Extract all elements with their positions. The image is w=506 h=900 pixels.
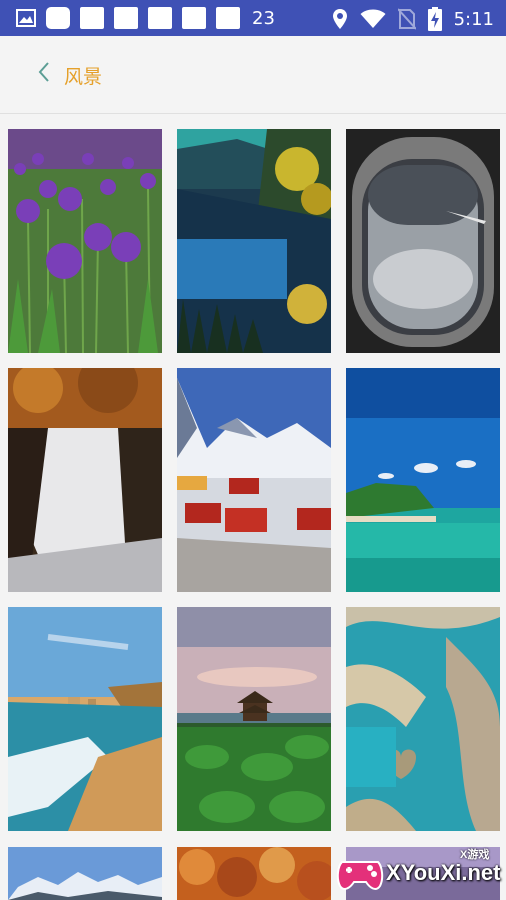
app-notification-icon xyxy=(114,7,138,29)
notification-icons: 23 xyxy=(16,7,275,29)
gamepad-logo-icon xyxy=(336,848,384,896)
app-notification-icon xyxy=(216,7,240,29)
wallpaper-thumbnail[interactable] xyxy=(8,129,162,353)
waterfall-image xyxy=(8,368,162,592)
coral-reef-image xyxy=(346,607,500,831)
wifi-icon xyxy=(360,9,386,29)
status-bar: 23 5:11 xyxy=(0,0,506,36)
autumn-forest-image xyxy=(177,847,331,900)
chevron-left-icon xyxy=(37,61,51,87)
wallpaper-thumbnail[interactable] xyxy=(177,847,331,900)
airplane-window-image xyxy=(346,129,500,353)
tropical-island-image xyxy=(346,368,500,592)
lotus-pavilion-image xyxy=(177,607,331,831)
app-notification-icon xyxy=(80,7,104,29)
system-icons: 5:11 xyxy=(332,7,494,31)
back-button[interactable] xyxy=(30,60,58,88)
image-icon xyxy=(16,8,36,28)
location-icon xyxy=(332,8,348,30)
wallpaper-thumbnail[interactable] xyxy=(8,607,162,831)
page-title: 风景 xyxy=(64,66,103,88)
wallpaper-thumbnail[interactable] xyxy=(177,129,331,353)
app-notification-icon xyxy=(148,7,172,29)
allium-field-image xyxy=(8,129,162,353)
coastal-cliffs-image xyxy=(8,607,162,831)
battery-charging-icon xyxy=(427,7,442,31)
wallpaper-thumbnail[interactable] xyxy=(177,607,331,831)
site-watermark: X游戏 XYouXi.net xyxy=(336,848,501,896)
snowy-village-image xyxy=(177,368,331,592)
lake-reflection-image xyxy=(177,129,331,353)
wallpaper-thumbnail[interactable] xyxy=(346,607,500,831)
app-notification-icon xyxy=(46,7,70,29)
snowy-mountains-image xyxy=(8,847,162,900)
no-sim-icon xyxy=(397,8,416,30)
notification-count: 23 xyxy=(252,7,275,29)
wallpaper-thumbnail[interactable] xyxy=(346,368,500,592)
wallpaper-thumbnail[interactable] xyxy=(8,847,162,900)
wallpaper-thumbnail[interactable] xyxy=(177,368,331,592)
wallpaper-thumbnail[interactable] xyxy=(346,129,500,353)
app-notification-icon xyxy=(182,7,206,29)
app-header: 风景 xyxy=(0,36,506,114)
watermark-brand: XYouXi.net xyxy=(386,860,501,885)
clock: 5:11 xyxy=(453,8,494,30)
wallpaper-thumbnail[interactable] xyxy=(8,368,162,592)
